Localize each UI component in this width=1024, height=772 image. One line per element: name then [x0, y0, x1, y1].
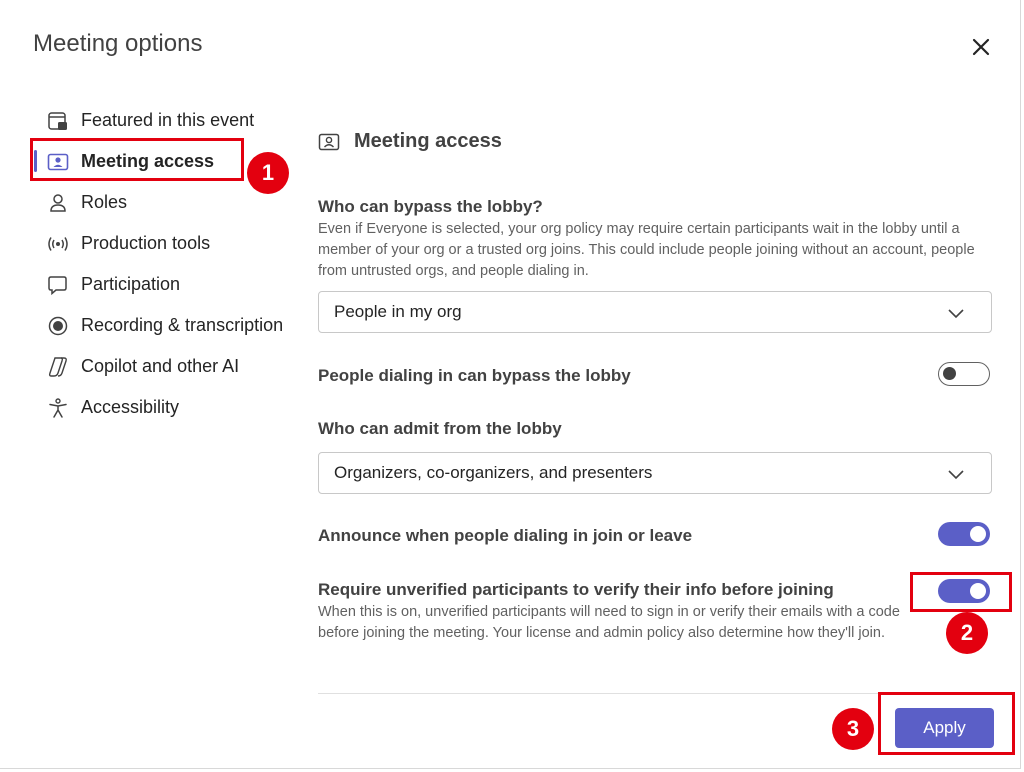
- record-icon: [47, 315, 69, 337]
- chevron-down-icon: [947, 304, 965, 322]
- sidebar-item-recording[interactable]: Recording & transcription: [30, 305, 300, 346]
- calendar-featured-icon: [47, 110, 69, 132]
- bypass-lobby-label: Who can bypass the lobby?: [318, 197, 543, 216]
- sidebar-item-label: Copilot and other AI: [81, 356, 240, 376]
- announce-dial-in-toggle[interactable]: [938, 522, 990, 546]
- sidebar-item-featured[interactable]: Featured in this event: [30, 100, 300, 141]
- step-badge-3: 3: [832, 708, 874, 750]
- dialog-title: Meeting options: [33, 30, 203, 57]
- highlight-box-3: [878, 692, 1015, 755]
- sidebar-item-label: Featured in this event: [81, 110, 255, 130]
- meeting-options-dialog: Meeting options Featured in this event M…: [0, 0, 1021, 769]
- accessibility-icon: [47, 397, 69, 419]
- dial-in-bypass-toggle[interactable]: [938, 362, 990, 386]
- sidebar-item-accessibility[interactable]: Accessibility: [30, 387, 300, 428]
- chevron-down-icon: [947, 465, 965, 483]
- section-header: Meeting access: [318, 130, 502, 153]
- toggle-knob: [943, 367, 956, 380]
- verify-participants-description: When this is on, unverified participants…: [318, 604, 900, 641]
- sidebar-item-label: Recording & transcription: [81, 315, 284, 335]
- bypass-lobby-dropdown[interactable]: People in my org: [318, 291, 992, 333]
- toggle-knob: [970, 526, 986, 542]
- admit-lobby-label: Who can admit from the lobby: [318, 419, 562, 438]
- admit-lobby-dropdown[interactable]: Organizers, co-organizers, and presenter…: [318, 452, 992, 494]
- sidebar-item-label: Participation: [81, 274, 181, 294]
- highlight-box-1: [30, 138, 244, 181]
- sidebar-item-label: Roles: [81, 192, 128, 212]
- step-badge-2: 2: [946, 612, 988, 654]
- sidebar-item-participation[interactable]: Participation: [30, 264, 300, 305]
- sidebar-item-label: Production tools: [81, 233, 211, 253]
- person-card-icon: [318, 131, 340, 153]
- chat-icon: [47, 274, 69, 296]
- bypass-lobby-description: Even if Everyone is selected, your org p…: [318, 221, 975, 279]
- highlight-box-2: [910, 572, 1012, 612]
- copilot-icon: [47, 356, 69, 378]
- section-title: Meeting access: [354, 130, 502, 152]
- sidebar-item-copilot[interactable]: Copilot and other AI: [30, 346, 300, 387]
- step-badge-1: 1: [247, 152, 289, 194]
- verify-participants-label: Require unverified participants to verif…: [318, 580, 834, 599]
- sidebar-item-label: Accessibility: [81, 397, 180, 417]
- admit-lobby-selected: Organizers, co-organizers, and presenter…: [334, 463, 653, 482]
- bypass-lobby-selected: People in my org: [334, 302, 462, 321]
- meeting-access-panel: Meeting access Who can bypass the lobby?…: [318, 0, 996, 768]
- announce-dial-in-label: Announce when people dialing in join or …: [318, 526, 693, 545]
- dial-in-bypass-label: People dialing in can bypass the lobby: [318, 366, 631, 385]
- sidebar-item-production-tools[interactable]: Production tools: [30, 223, 300, 264]
- person-icon: [47, 192, 69, 214]
- broadcast-icon: [47, 233, 69, 255]
